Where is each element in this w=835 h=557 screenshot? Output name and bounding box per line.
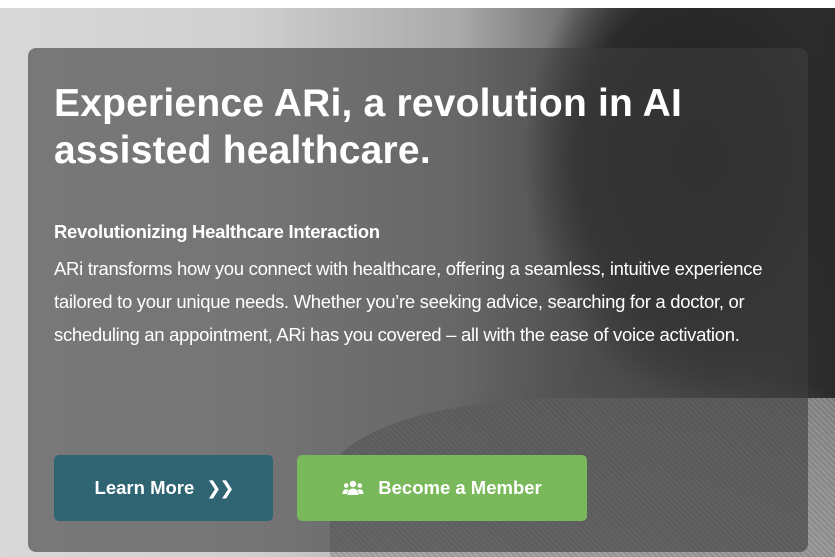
- hero-description: ARi transforms how you connect with heal…: [54, 258, 763, 345]
- become-member-label: Become a Member: [378, 477, 542, 498]
- hero-title: Experience ARi, a revolution in AI assis…: [54, 82, 683, 172]
- users-icon: [342, 480, 364, 495]
- learn-more-label: Learn More: [94, 477, 195, 498]
- hero-section: Experience ARi, a revolution in AI assis…: [0, 0, 835, 557]
- become-member-button[interactable]: Become a Member: [297, 455, 587, 521]
- learn-more-button[interactable]: Learn More ❯❯: [54, 455, 273, 521]
- hero-subtitle: Revolutionizing Healthcare Interaction: [54, 221, 380, 242]
- double-chevron-right-icon: ❯❯: [206, 477, 234, 498]
